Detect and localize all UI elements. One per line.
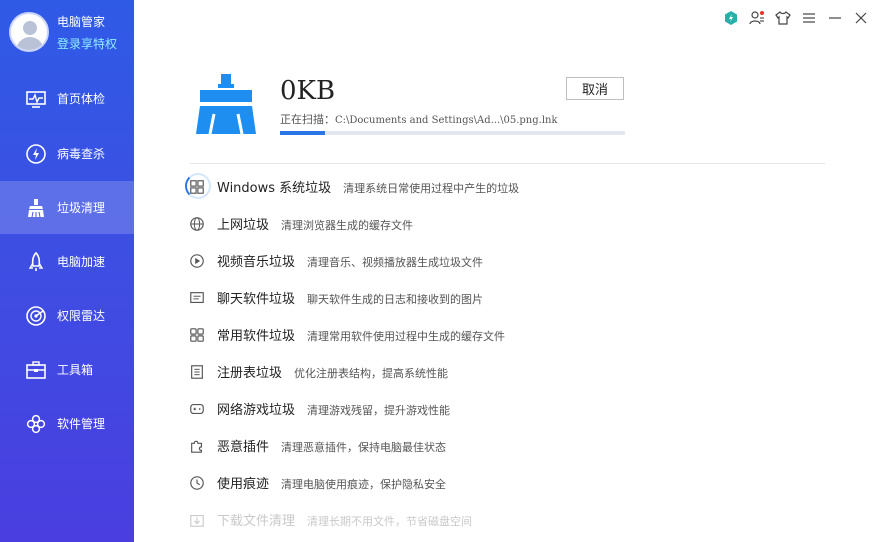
sidebar: 电脑管家 登录享特权 首页体检 病毒查杀 垃圾清理 电脑加速 权限雷达 工具箱 …: [0, 0, 134, 542]
broom-icon: [196, 74, 256, 135]
sidebar-item-label: 电脑加速: [57, 255, 106, 269]
sidebar-item-permission-radar[interactable]: 权限雷达: [0, 289, 134, 342]
window-controls: [721, 8, 871, 28]
cleanup-category-item[interactable]: 恶意插件 清理恶意插件，保持电脑最佳状态: [186, 427, 826, 464]
sidebar-item-speedup[interactable]: 电脑加速: [0, 235, 134, 288]
category-description: 优化注册表结构，提高系统性能: [294, 367, 449, 380]
sidebar-item-software[interactable]: 软件管理: [0, 397, 134, 450]
sidebar-item-checkup[interactable]: 首页体检: [0, 72, 134, 125]
profile: 电脑管家 登录享特权: [0, 0, 134, 70]
cleanup-category-item[interactable]: 上网垃圾 清理浏览器生成的缓存文件: [186, 205, 826, 242]
user-name: 电脑管家: [57, 15, 106, 29]
category-description: 清理音乐、视频播放器生成垃圾文件: [307, 256, 484, 269]
category-name: Windows 系统垃圾: [217, 181, 332, 196]
cancel-button[interactable]: 取消: [566, 77, 624, 100]
download-box-icon: [190, 514, 204, 527]
toolbox-icon: [26, 360, 46, 379]
avatar[interactable]: [9, 12, 49, 52]
cleanup-category-item[interactable]: 聊天软件垃圾 聊天软件生成的日志和接收到的图片: [186, 279, 826, 316]
sidebar-item-cleanup[interactable]: 垃圾清理: [0, 181, 134, 234]
category-name: 注册表垃圾: [217, 366, 283, 381]
gamepad-icon: [190, 403, 204, 414]
category-name: 聊天软件垃圾: [217, 292, 296, 307]
minimize-icon: [829, 17, 841, 19]
sidebar-item-label: 病毒查杀: [57, 147, 106, 161]
cleanup-category-list: Windows 系统垃圾 清理系统日常使用过程中产生的垃圾 上网垃圾 清理浏览器生成的…: [185, 168, 826, 538]
cleanup-category-item[interactable]: 视频音乐垃圾 清理音乐、视频播放器生成垃圾文件: [186, 242, 826, 279]
category-description: 清理浏览器生成的缓存文件: [281, 219, 414, 232]
monitor-pulse-icon: [26, 90, 46, 108]
user-notify-button[interactable]: [747, 8, 767, 28]
cleanup-category-item[interactable]: 网络游戏垃圾 清理游戏残留，提升游戏性能: [186, 390, 826, 427]
broom-icon: [28, 198, 44, 217]
close-icon: [855, 12, 867, 24]
divider: [190, 163, 825, 164]
category-name: 网络游戏垃圾: [217, 403, 296, 418]
category-name: 使用痕迹: [217, 477, 270, 492]
scan-path: C:\Documents and Settings\Ad...\05.png.l…: [335, 115, 558, 126]
cleanup-category-item[interactable]: 常用软件垃圾 清理常用软件使用过程中生成的缓存文件: [186, 316, 826, 353]
scan-progress: [280, 131, 625, 135]
windows-grid-icon: [190, 179, 204, 194]
scan-status-label: 正在扫描：: [280, 113, 335, 126]
sidebar-item-toolbox[interactable]: 工具箱: [0, 343, 134, 396]
play-circle-icon: [190, 253, 204, 268]
sidebar-item-label: 垃圾清理: [57, 201, 106, 215]
sidebar-item-label: 软件管理: [57, 417, 106, 431]
category-name: 视频音乐垃圾: [217, 255, 296, 270]
radar-icon: [26, 305, 46, 326]
sidebar-item-label: 权限雷达: [57, 309, 106, 323]
cleanup-category-item[interactable]: 注册表垃圾 优化注册表结构，提高系统性能: [186, 353, 826, 390]
category-description: 清理电脑使用痕迹，保护隐私安全: [281, 478, 447, 491]
cleanup-category-item[interactable]: 使用痕迹 清理电脑使用痕迹，保护隐私安全: [186, 464, 826, 501]
sidebar-item-antivirus[interactable]: 病毒查杀: [0, 127, 134, 180]
category-description: 清理常用软件使用过程中生成的缓存文件: [307, 330, 506, 343]
clock-icon: [190, 475, 204, 490]
registry-icon: [191, 364, 203, 379]
user-notify-icon: [749, 11, 764, 25]
menu-button[interactable]: [799, 8, 819, 28]
apps-icon: [26, 414, 46, 433]
scan-status: 正在扫描：C:\Documents and Settings\Ad...\05.…: [280, 111, 558, 127]
minimize-button[interactable]: [825, 8, 845, 28]
scan-progress-fill: [280, 131, 325, 135]
app-grid-icon: [190, 327, 204, 342]
cleanup-category-item[interactable]: 下载文件清理 清理长期不用文件，节省磁盘空间: [186, 501, 826, 538]
sidebar-item-label: 工具箱: [57, 363, 94, 377]
close-button[interactable]: [851, 8, 871, 28]
skin-button[interactable]: [773, 8, 793, 28]
skin-shirt-icon: [775, 11, 791, 25]
menu-icon: [803, 13, 815, 23]
chat-icon: [190, 291, 204, 303]
category-description: 聊天软件生成的日志和接收到的图片: [307, 293, 484, 306]
login-link[interactable]: 登录享特权: [57, 35, 117, 52]
sidebar-item-label: 首页体检: [57, 92, 106, 106]
rocket-icon: [28, 251, 44, 271]
lightning-shield-icon: [26, 143, 46, 164]
app-badge-button[interactable]: [721, 8, 741, 28]
category-name: 常用软件垃圾: [217, 329, 296, 344]
category-description: 清理游戏残留，提升游戏性能: [307, 404, 451, 417]
category-description: 清理系统日常使用过程中产生的垃圾: [343, 182, 520, 195]
puzzle-icon: [191, 440, 203, 453]
category-description: 清理长期不用文件，节省磁盘空间: [307, 515, 473, 528]
category-name: 下载文件清理: [217, 514, 296, 529]
category-description: 清理恶意插件，保持电脑最佳状态: [281, 441, 447, 454]
category-name: 上网垃圾: [217, 218, 270, 233]
category-name: 恶意插件: [217, 440, 270, 455]
cleanup-category-item[interactable]: Windows 系统垃圾 清理系统日常使用过程中产生的垃圾: [185, 168, 826, 205]
scanned-size: 0KB: [280, 76, 336, 106]
app-badge-icon: [725, 11, 737, 25]
globe-icon: [190, 216, 204, 231]
